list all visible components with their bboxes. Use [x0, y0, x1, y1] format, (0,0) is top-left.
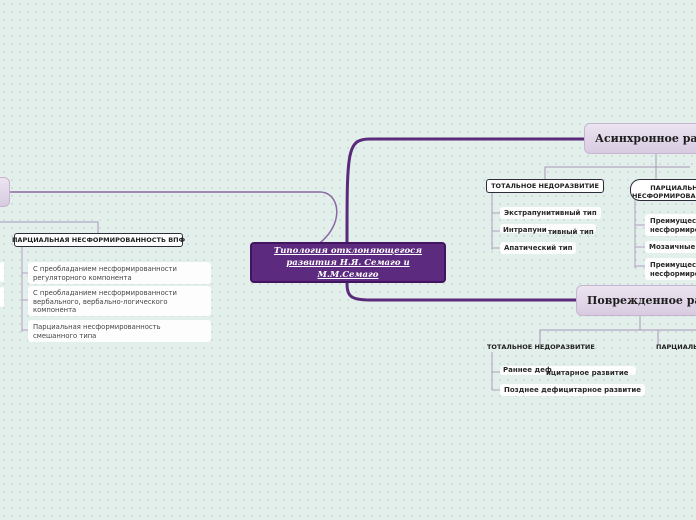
damaged-total-label-left: ТОТАЛЬНОЕ НЕДО: [487, 343, 556, 351]
branch-damaged-label: Поврежденное развитие: [587, 294, 696, 307]
async-partial-leaf-2[interactable]: Мозаичные: [645, 241, 696, 253]
damaged-total-leaf-1-label-right: ицитарное развитие: [546, 369, 629, 377]
async-partial-leaf-3[interactable]: Преимущественная несформированность эмоц…: [645, 258, 696, 280]
central-topic-label: Типология отклоняющегося развития Н.Я. С…: [273, 245, 423, 280]
async-partial-leaf-3-label: Преимущественная несформированность эмоц…: [650, 261, 696, 280]
left-partial-leaf-2-label: С преобладанием несформированности верба…: [33, 289, 177, 314]
async-total-label-left: ТОТАЛЬНОЕ НЕД: [491, 182, 555, 190]
left-partial-node[interactable]: ПАРЦИАЛЬНАЯ НЕСФОРМИРОВАННОСТЬ ВПФ: [11, 233, 186, 247]
async-partial-leaf-2-label: Мозаичные: [649, 243, 696, 251]
damaged-total-leaf-1-label-left: Раннее деф: [503, 366, 552, 374]
damaged-total-label-right: РАЗВИТИЕ: [555, 343, 595, 351]
async-total-leaf-1-label: Экстрапунитивный тип: [504, 209, 597, 217]
async-total-node[interactable]: ТОТАЛЬНОЕ НЕД ОРАЗВИТИЕ: [486, 179, 604, 193]
left-partial-leaf-1-label: С преобладанием несформированности регул…: [33, 265, 177, 282]
left-partial-leaf-3[interactable]: Парциальная несформированность смешанног…: [28, 320, 211, 342]
link-left-children: [0, 221, 99, 233]
left-edge-stub-2: [0, 287, 4, 307]
async-partial-node[interactable]: ПАРЦИАЛЬНАЯ НЕСФОРМИРОВАННОСТЬ: [630, 179, 696, 201]
branch-left-cut[interactable]: [0, 177, 10, 207]
left-partial-leaf-1[interactable]: С преобладанием несформированности регул…: [28, 262, 211, 284]
link-async-partial-leaves: [634, 200, 645, 268]
async-total-leaf-2-label-left: Интрапуни: [503, 226, 547, 234]
link-async-total-leaves: [491, 192, 500, 250]
damaged-partial-label: ПАРЦИАЛЬНОЕ: [656, 343, 696, 351]
async-total-leaf-1[interactable]: Экстрапунитивный тип: [500, 207, 601, 219]
link-async-children: [544, 153, 690, 180]
branch-asynchronous-label: Асинхронное развитие: [595, 132, 696, 145]
async-partial-label: ПАРЦИАЛЬНАЯ НЕСФОРМИРОВАННОСТЬ: [631, 183, 696, 200]
damaged-partial-node[interactable]: ПАРЦИАЛЬНОЕ: [656, 342, 696, 352]
damaged-total-leaf-2[interactable]: Позднее дефицитарное развитие: [500, 384, 645, 396]
damaged-total-leaf-2-label: Позднее дефицитарное развитие: [504, 386, 641, 394]
left-partial-leaf-3-label: Парциальная несформированность смешанног…: [33, 323, 161, 340]
left-edge-stub-1: [0, 262, 4, 282]
async-total-label-right: ОРАЗВИТИЕ: [554, 182, 599, 190]
link-damaged-children: [539, 315, 696, 345]
central-topic[interactable]: Типология отклоняющегося развития Н.Я. С…: [250, 242, 446, 283]
async-total-leaf-3[interactable]: Апатический тип: [500, 242, 577, 254]
link-central-damaged: [345, 281, 576, 302]
left-partial-leaf-2[interactable]: С преобладанием несформированности верба…: [28, 286, 211, 316]
async-partial-leaf-1[interactable]: Преимущественная несформированность когн…: [645, 214, 696, 236]
async-total-leaf-2-label-right: тивный тип: [548, 228, 594, 236]
branch-asynchronous[interactable]: Асинхронное развитие: [584, 123, 696, 154]
link-damaged-total-leaves: [491, 352, 500, 391]
async-partial-leaf-1-label: Преимущественная несформированность когн…: [650, 217, 696, 236]
left-partial-label: ПАРЦИАЛЬНАЯ НЕСФОРМИРОВАННОСТЬ ВПФ: [11, 236, 186, 244]
async-total-leaf-3-label: Апатический тип: [504, 244, 573, 252]
async-total-leaf-2[interactable]: Интрапуни тивный тип: [500, 224, 596, 236]
damaged-total-leaf-1[interactable]: Раннее деф ицитарное развитие: [500, 366, 636, 377]
damaged-total-node[interactable]: ТОТАЛЬНОЕ НЕДО РАЗВИТИЕ: [487, 342, 597, 352]
branch-damaged[interactable]: Поврежденное развитие: [576, 285, 696, 316]
